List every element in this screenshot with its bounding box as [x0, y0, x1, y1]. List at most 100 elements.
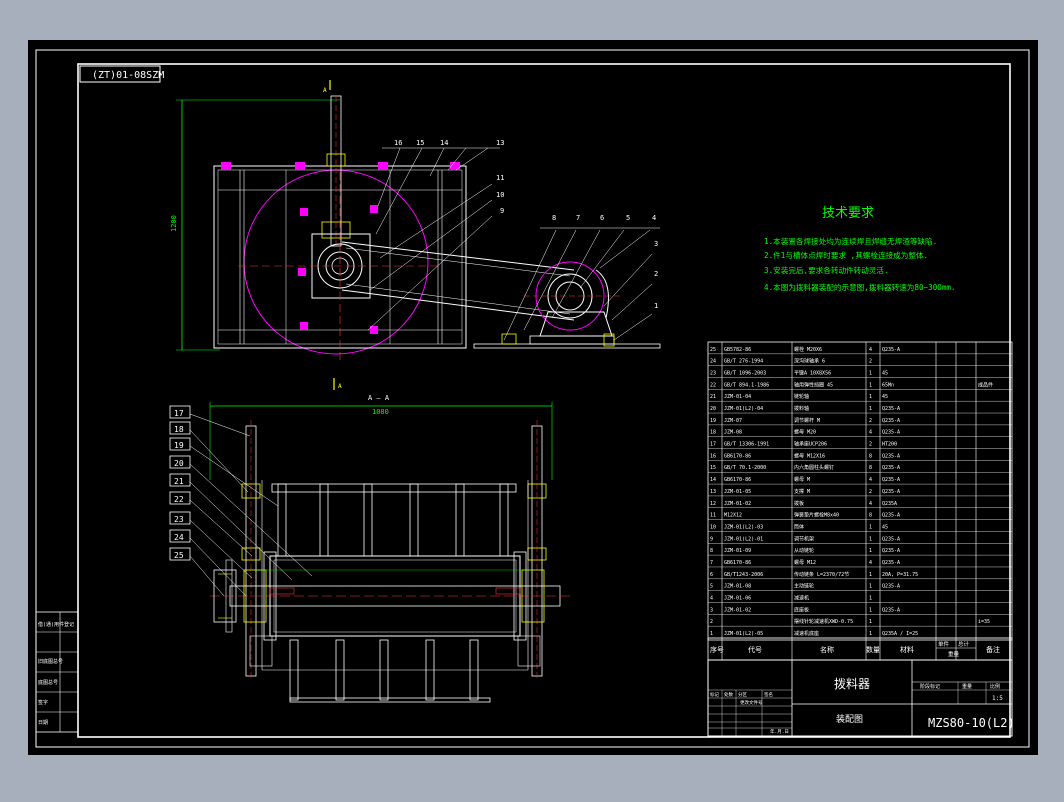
bom-cell-qty: 1 — [869, 572, 872, 578]
bom-cell-name: 轴用弹性挡圈 45 — [794, 381, 833, 388]
bom-cell-qty: 1 — [869, 631, 872, 637]
bom-cell-qty: 1 — [869, 548, 872, 554]
bom-cell-no: 5 — [710, 584, 713, 590]
bom-cell-no: 17 — [710, 442, 716, 448]
balloon-22: 22 — [174, 495, 184, 504]
balloon-10: 10 — [496, 191, 504, 199]
tech-item-3: 3.安装完后,要求各转动件转动灵活. — [764, 265, 889, 275]
drawing-code-text: (ZT)01-08SZM — [92, 70, 164, 81]
balloon-13: 13 — [496, 139, 504, 147]
bom-cell-code: GB/T 1096-2003 — [724, 371, 766, 377]
bom-cell-name: 链轮轴 — [794, 393, 809, 400]
tb-label-3: 更改文件号 — [740, 699, 763, 706]
balloon-6: 6 — [600, 214, 604, 222]
bom-cell-mat: Q235-A — [882, 560, 900, 566]
assembly-drawing: (ZT)01-08SZM 借(通)用件登记 旧底图总号 底图总号 签字 日期 1… — [28, 40, 1038, 755]
tb-label-0: 标记 — [710, 691, 719, 698]
bom-cell-name: 轴承座UCP206 — [794, 441, 827, 448]
bom-cell-qty: 4 — [869, 477, 872, 483]
balloon-4: 4 — [652, 214, 656, 222]
bom-cell-qty: 2 — [869, 442, 872, 448]
bom-cell-no: 8 — [710, 548, 713, 554]
bom-cell-qty: 1 — [869, 619, 872, 625]
tb-label-4: 签名 — [764, 691, 773, 698]
balloon-11: 11 — [496, 174, 504, 182]
bom-cell-qty: 8 — [869, 453, 872, 459]
balloon-5: 5 — [626, 214, 630, 222]
balloon-9: 9 — [500, 207, 504, 215]
bom-cell-no: 15 — [710, 465, 716, 471]
sub-name: 装配图 — [836, 713, 863, 725]
bom-cell-qty: 2 — [869, 359, 872, 365]
bom-cell-name: 从动链轮 — [794, 547, 814, 554]
bom-header-unit: 单件 — [938, 640, 950, 648]
tb-right-label-1: 重量 — [962, 683, 972, 690]
strip-label-1: 旧底图总号 — [38, 658, 63, 665]
bom-cell-mat: 45 — [882, 524, 888, 530]
width-dimension: 1080 — [372, 408, 389, 416]
bom-cell-name: 主动链轮 — [794, 583, 814, 590]
bom-cell-mat: Q235-A — [882, 607, 900, 613]
bom-cell-qty: 4 — [869, 430, 872, 436]
bom-cell-mat: Q235-A — [882, 477, 900, 483]
bom-cell-note: 成品件 — [978, 381, 993, 388]
tb-label-2: 分区 — [738, 691, 747, 698]
bom-cell-no: 23 — [710, 371, 716, 377]
bom-cell-qty: 1 — [869, 584, 872, 590]
height-dimension: 1200 — [170, 215, 178, 232]
bom-cell-qty: 4 — [869, 347, 872, 353]
bom-cell-name: 拨料轴 — [794, 405, 809, 412]
bom-header-total: 总计 — [958, 640, 970, 648]
tb-label-5: 年.月.日 — [770, 728, 789, 735]
bom-cell-mat: 65Mn — [882, 382, 894, 388]
bom-cell-name: 减速机 — [794, 594, 809, 601]
bom-cell-mat: 45 — [882, 394, 888, 400]
bom-header-no: 序号 — [710, 645, 724, 654]
bom-cell-name: 拨板 — [794, 500, 804, 507]
bom-cell-no: 9 — [710, 536, 713, 542]
balloon-21: 21 — [174, 477, 184, 486]
bom-cell-no: 7 — [710, 560, 713, 566]
bom-cell-mat: Q235A — [882, 501, 897, 507]
balloon-20: 20 — [174, 459, 184, 468]
tech-item-1: 1.本装置各焊接处均为连续焊且焊缝无焊渣等缺陷. — [764, 236, 937, 246]
bom-cell-code: JZM-01-09 — [724, 548, 751, 554]
balloon-1: 1 — [654, 302, 658, 310]
section-label: A — A — [368, 394, 390, 402]
bom-cell-name: 弹簧垫片螺栓M8x40 — [794, 512, 839, 519]
bom-cell-code: JZM-01-05 — [724, 489, 751, 495]
bom-cell-mat: Q235-A — [882, 406, 900, 412]
bom-cell-code: JZM-01(L2)-01 — [724, 536, 763, 542]
balloon-3: 3 — [654, 240, 658, 248]
bom-cell-mat: Q235-A — [882, 453, 900, 459]
balloon-8: 8 — [552, 214, 556, 222]
bom-cell-no: 4 — [710, 595, 713, 601]
bom-cell-no: 1 — [710, 631, 713, 637]
bom-cell-qty: 1 — [869, 382, 872, 388]
tb-right-label-0: 阶段标记 — [920, 683, 940, 690]
bom-cell-name: 螺栓 M20X6 — [794, 346, 822, 353]
bom-cell-no: 25 — [710, 347, 716, 353]
bom-cell-qty: 4 — [869, 501, 872, 507]
bom-cell-code: JZM-01(L2)-03 — [724, 524, 763, 530]
balloon-15: 15 — [416, 139, 424, 147]
bom-header-weight: 重量 — [948, 650, 960, 658]
bom-cell-name: 平键A 10X8X56 — [794, 370, 831, 377]
bom-cell-name: 摆线针轮减速机XWD-0.75 — [794, 618, 853, 625]
bom-cell-qty: 1 — [869, 607, 872, 613]
bom-cell-no: 22 — [710, 382, 716, 388]
bom-cell-no: 10 — [710, 524, 716, 530]
strip-label-3: 签字 — [38, 699, 48, 706]
bom-cell-mat: Q235-A — [882, 584, 900, 590]
bom-cell-no: 21 — [710, 394, 716, 400]
bom-cell-mat: Q235-A — [882, 489, 900, 495]
balloon-18: 18 — [174, 425, 184, 434]
bom-cell-qty: 1 — [869, 524, 872, 530]
bom-cell-name: 调节螺杆 M — [794, 417, 820, 424]
bom-cell-name: 筒体 — [794, 523, 804, 530]
bom-cell-mat: Q235A / I=25 — [882, 631, 918, 637]
bom-cell-qty: 8 — [869, 513, 872, 519]
balloon-14: 14 — [440, 139, 448, 147]
bom-cell-code: GB/T 894.1-1986 — [724, 382, 769, 388]
balloon-17: 17 — [174, 409, 184, 418]
